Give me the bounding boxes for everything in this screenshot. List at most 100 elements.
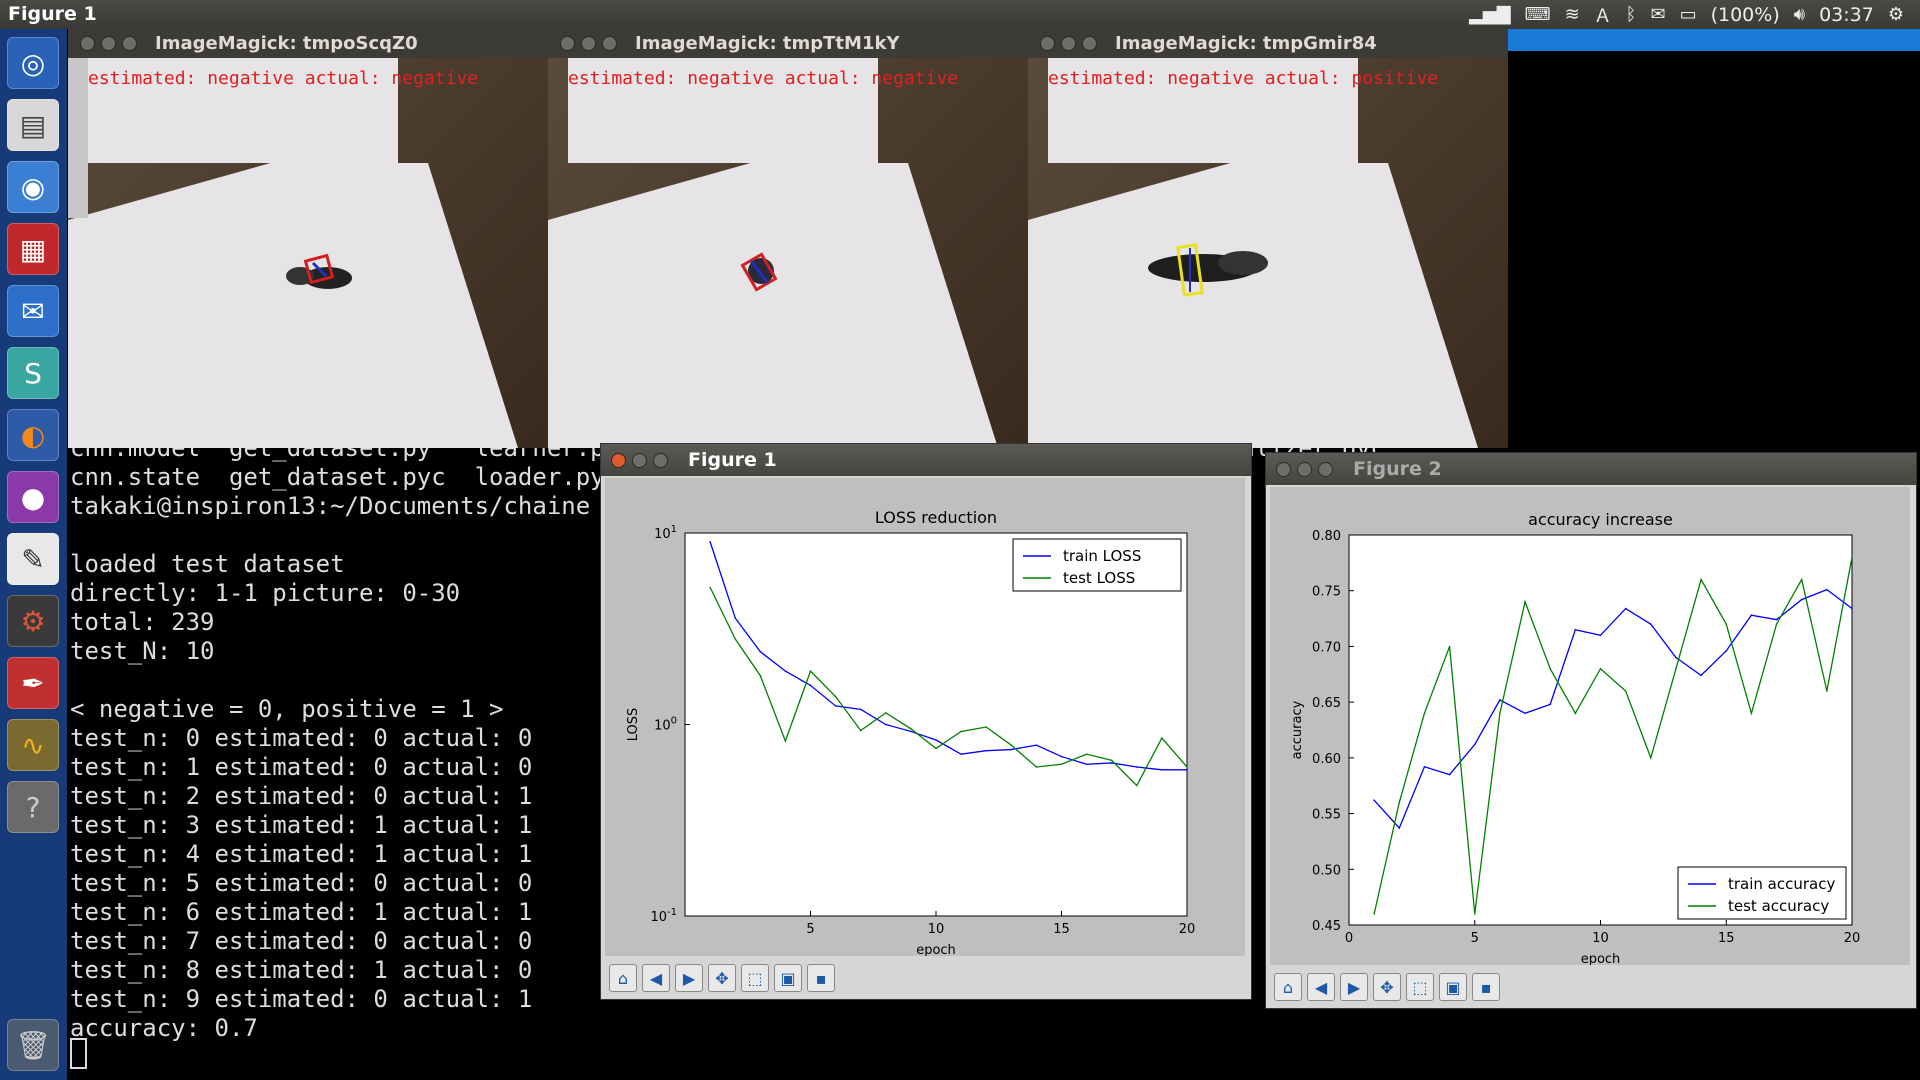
- home-icon[interactable]: ⌂: [1274, 973, 1302, 1001]
- figure2-canvas[interactable]: accuracy increase epoch accuracy 0 5 10 15 20 0.…: [1270, 487, 1910, 967]
- minimize-icon[interactable]: [101, 36, 116, 51]
- data-point: [784, 740, 787, 742]
- text-editor-icon[interactable]: ✎: [7, 533, 59, 585]
- battery-icon[interactable]: ▭: [1680, 4, 1697, 25]
- image-window-2[interactable]: ImageMagick: tmpTtM1kY estimated: negati…: [548, 29, 1028, 448]
- close-icon[interactable]: [1040, 36, 1055, 51]
- save-icon[interactable]: ▪: [1472, 973, 1500, 1001]
- data-point: [985, 726, 987, 728]
- figure1-toolbar: ⌂ ◀ ▶ ✥ ⬚ ▣ ▪: [605, 961, 835, 995]
- home-icon[interactable]: ⌂: [609, 964, 637, 992]
- save-icon[interactable]: ▪: [807, 964, 835, 992]
- thunderbird-icon[interactable]: ✉: [7, 285, 59, 337]
- data-point: [1136, 766, 1138, 768]
- back-icon[interactable]: ◀: [642, 964, 670, 992]
- y-tick-label: 100: [654, 716, 677, 734]
- ubuntu-dash-icon[interactable]: ◎: [7, 37, 59, 89]
- estimation-caption: estimated: negative actual: positive: [1048, 68, 1439, 89]
- zoom-icon[interactable]: ⬚: [1406, 973, 1434, 1001]
- pan-icon[interactable]: ✥: [708, 964, 736, 992]
- close-icon[interactable]: [80, 36, 95, 51]
- image-window-1-titlebar[interactable]: ImageMagick: tmpoScqZ0: [68, 29, 548, 58]
- data-point: [1398, 827, 1401, 829]
- figure2-window[interactable]: Figure 2 accuracy increase epoch accuracy 0…: [1265, 452, 1917, 1009]
- close-icon[interactable]: [1276, 461, 1291, 477]
- minimize-icon[interactable]: [1061, 36, 1076, 51]
- data-point: [1035, 766, 1038, 768]
- legend-label: test LOSS: [1063, 569, 1135, 587]
- clock[interactable]: 03:37: [1819, 4, 1874, 26]
- terminal-line: test_n: 0 estimated: 0 actual: 0: [70, 724, 533, 752]
- mail-icon[interactable]: ✉: [1650, 4, 1665, 25]
- maximize-icon[interactable]: [122, 36, 137, 51]
- data-point: [1373, 913, 1375, 915]
- data-point: [885, 712, 887, 714]
- data-point: [1448, 645, 1451, 648]
- battery-percentage[interactable]: (100%): [1711, 4, 1780, 26]
- maximize-icon[interactable]: [653, 452, 668, 468]
- maximize-icon[interactable]: [602, 36, 617, 51]
- minimize-icon[interactable]: [581, 36, 596, 51]
- minimize-icon[interactable]: [1297, 461, 1312, 477]
- glasses-object: [286, 253, 352, 289]
- close-icon[interactable]: [560, 36, 575, 51]
- image-window-2-titlebar[interactable]: ImageMagick: tmpTtM1kY: [548, 29, 1028, 58]
- maximize-icon[interactable]: [1082, 36, 1097, 51]
- data-point: [1650, 757, 1652, 759]
- figure1-titlebar[interactable]: Figure 1: [601, 444, 1251, 476]
- video-recorder-icon[interactable]: ●: [7, 471, 59, 523]
- keyboard-icon[interactable]: ⌨: [1525, 4, 1551, 25]
- data-point: [859, 708, 862, 711]
- session-gear-icon[interactable]: ⚙: [1888, 4, 1904, 25]
- wifi-icon[interactable]: ≋: [1565, 4, 1580, 25]
- minimize-icon[interactable]: [632, 452, 647, 468]
- data-point: [1574, 628, 1577, 631]
- slack-icon[interactable]: S: [7, 347, 59, 399]
- settings-icon[interactable]: ⚙: [7, 595, 59, 647]
- figure1-window[interactable]: Figure 1 LOSS reduction epoch LOSS 5 10 15 20 1…: [600, 443, 1252, 1000]
- cpu-indicator-icon[interactable]: ▂▅▇: [1469, 4, 1511, 25]
- blender-icon[interactable]: ◐: [7, 409, 59, 461]
- data-point: [910, 730, 912, 733]
- image-window-3[interactable]: ImageMagick: tmpGmir84 estimated: negati…: [1028, 29, 1508, 448]
- oscilloscope-icon[interactable]: ∿: [7, 719, 59, 771]
- figure1-canvas[interactable]: LOSS reduction epoch LOSS 5 10 15 20 10-1 100 101…: [605, 478, 1245, 958]
- forward-icon[interactable]: ▶: [1340, 973, 1368, 1001]
- configure-icon[interactable]: ▣: [1439, 973, 1467, 1001]
- close-icon[interactable]: [611, 452, 626, 468]
- grasp-photo-1: estimated: negative actual: negative: [68, 58, 548, 448]
- volume-icon[interactable]: 🔊︎: [1794, 4, 1805, 25]
- data-point: [1599, 634, 1602, 637]
- figure2-toolbar: ⌂ ◀ ▶ ✥ ⬚ ▣ ▪: [1270, 970, 1500, 1004]
- inkscape-icon[interactable]: ✒: [7, 657, 59, 709]
- forward-icon[interactable]: ▶: [675, 964, 703, 992]
- files-icon[interactable]: ▤: [7, 99, 59, 151]
- data-point: [1599, 667, 1602, 670]
- data-point: [859, 729, 862, 732]
- data-point: [734, 638, 736, 640]
- terminal-line: test_N: 10: [70, 637, 215, 665]
- presentation-icon[interactable]: ▦: [7, 223, 59, 275]
- chrome-icon[interactable]: ◉: [7, 161, 59, 213]
- data-point: [1624, 690, 1627, 692]
- figure2-title: Figure 2: [1353, 458, 1442, 480]
- pan-icon[interactable]: ✥: [1373, 973, 1401, 1001]
- figure2-titlebar[interactable]: Figure 2: [1266, 453, 1916, 485]
- help-icon[interactable]: ?: [7, 781, 59, 833]
- terminal-line: total: 239: [70, 608, 215, 636]
- input-method-icon[interactable]: Ａ: [1594, 2, 1612, 28]
- image-window-1[interactable]: ImageMagick: tmpoScqZ0 estimated: negati…: [68, 29, 548, 448]
- terminal-line: test_n: 6 estimated: 1 actual: 1: [70, 898, 533, 926]
- bluetooth-icon[interactable]: ᛒ: [1626, 4, 1637, 25]
- zoom-icon[interactable]: ⬚: [741, 964, 769, 992]
- data-point: [1186, 766, 1188, 768]
- configure-icon[interactable]: ▣: [774, 964, 802, 992]
- cup-object: [740, 252, 778, 292]
- maximize-icon[interactable]: [1318, 461, 1333, 477]
- image-window-3-titlebar[interactable]: ImageMagick: tmpGmir84: [1028, 29, 1508, 58]
- back-icon[interactable]: ◀: [1307, 973, 1335, 1001]
- legend-label: test accuracy: [1728, 897, 1829, 915]
- trash-icon[interactable]: 🗑︎: [7, 1019, 59, 1071]
- estimation-caption: estimated: negative actual: negative: [568, 68, 959, 89]
- shoe-object: [1148, 243, 1268, 297]
